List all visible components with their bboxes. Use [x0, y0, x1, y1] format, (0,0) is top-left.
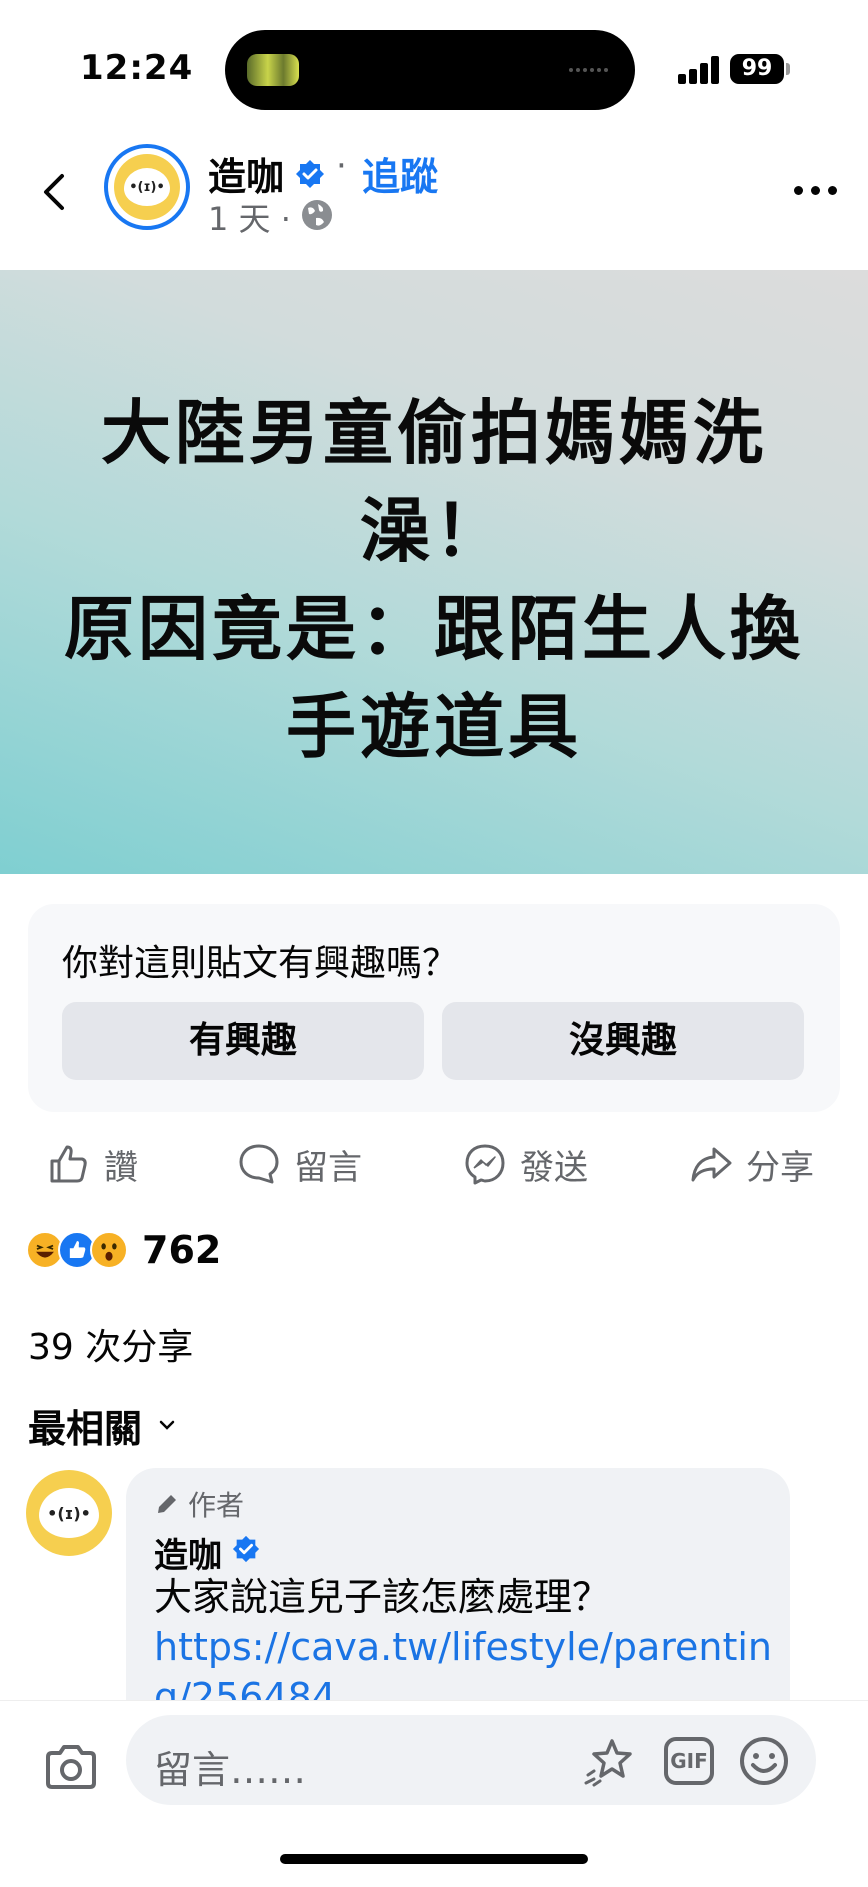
- live-activity-indicator: [569, 58, 613, 82]
- share-label: 分享: [746, 1147, 814, 1188]
- post-image-headline: 大陸男童偷拍媽媽洗澡！ 原因竟是：跟陌生人換手遊道具: [64, 392, 804, 768]
- live-activity-thumbnail: [247, 54, 299, 86]
- comment-label: 留言: [294, 1147, 362, 1188]
- comment-button[interactable]: 留言: [236, 1132, 362, 1196]
- wow-reaction-icon: [90, 1231, 128, 1269]
- post-header: •(ɪ)• 造咖 · 追蹤 1 天 ·: [0, 140, 868, 270]
- comment-bubble-icon: [239, 1144, 279, 1184]
- gif-button[interactable]: GIF: [664, 1737, 714, 1785]
- comment-input[interactable]: 留言…… GIF: [126, 1715, 816, 1805]
- page-logo: •(ɪ)•: [114, 154, 180, 220]
- battery-indicator: 99: [730, 54, 784, 84]
- comment-text: 大家說這兒子該怎麼處理？: [154, 1575, 611, 1619]
- reaction-summary[interactable]: 762: [26, 1228, 221, 1272]
- globe-icon: [302, 200, 332, 230]
- comment-bubble: 作者 造咖 大家說這兒子該怎麼處理？ https://cava.tw/lifes…: [126, 1468, 790, 1718]
- share-arrow-icon: [691, 1147, 732, 1182]
- post-timestamp: 1 天 ·: [208, 200, 291, 238]
- author-badge-label: 作者: [188, 1489, 245, 1522]
- verified-badge-icon: [232, 1535, 260, 1563]
- interest-prompt-card: 你對這則貼文有興趣嗎？ 有興趣 沒興趣: [28, 904, 840, 1112]
- battery-tip: [786, 63, 790, 75]
- not-interested-button[interactable]: 沒興趣: [442, 1002, 804, 1080]
- comment-sort-dropdown[interactable]: 最相關: [28, 1398, 178, 1453]
- reaction-count: 762: [142, 1228, 222, 1272]
- interest-question: 你對這則貼文有興趣嗎？: [62, 943, 459, 984]
- messenger-icon: [465, 1144, 505, 1185]
- post-image[interactable]: 大陸男童偷拍媽媽洗澡！ 原因竟是：跟陌生人換手遊道具: [0, 270, 868, 874]
- camera-icon[interactable]: [42, 1739, 100, 1797]
- author-badge: 作者: [154, 1484, 244, 1524]
- logo-face-icon: •(ɪ)•: [124, 168, 170, 206]
- page-name[interactable]: 造咖: [208, 146, 284, 201]
- send-label: 發送: [520, 1147, 588, 1188]
- status-time: 12:24: [80, 48, 194, 88]
- thumbs-up-icon: [50, 1145, 87, 1183]
- commenter-avatar[interactable]: •(ɪ)•: [26, 1470, 112, 1556]
- post-action-bar: 讚 留言 發送 分享: [0, 1132, 868, 1196]
- status-bar: 12:24 99: [0, 0, 868, 140]
- like-button[interactable]: 讚: [46, 1132, 138, 1196]
- back-arrow-icon[interactable]: [36, 162, 76, 222]
- home-indicator: [280, 1854, 588, 1864]
- commenter-name[interactable]: 造咖: [154, 1528, 222, 1577]
- more-options-icon[interactable]: [794, 180, 838, 200]
- interested-button[interactable]: 有興趣: [62, 1002, 424, 1080]
- comment-placeholder: 留言……: [154, 1748, 307, 1792]
- share-button[interactable]: 分享: [688, 1132, 814, 1196]
- cellular-signal-icon: [678, 56, 720, 84]
- dynamic-island: [225, 30, 635, 110]
- sticker-icon[interactable]: [582, 1735, 638, 1787]
- separator-dot: ·: [336, 146, 347, 186]
- chevron-down-icon: [159, 1420, 175, 1430]
- sort-label: 最相關: [28, 1407, 143, 1451]
- logo-face-icon: •(ɪ)•: [39, 1488, 99, 1538]
- like-label: 讚: [104, 1147, 138, 1188]
- share-count[interactable]: 39 次分享: [28, 1318, 193, 1370]
- page-avatar[interactable]: •(ɪ)•: [104, 144, 190, 230]
- verified-badge-icon: [296, 160, 324, 188]
- send-button[interactable]: 發送: [462, 1132, 588, 1196]
- follow-button[interactable]: 追蹤: [362, 146, 438, 201]
- emoji-icon[interactable]: [738, 1735, 790, 1787]
- pencil-icon: [158, 1495, 176, 1513]
